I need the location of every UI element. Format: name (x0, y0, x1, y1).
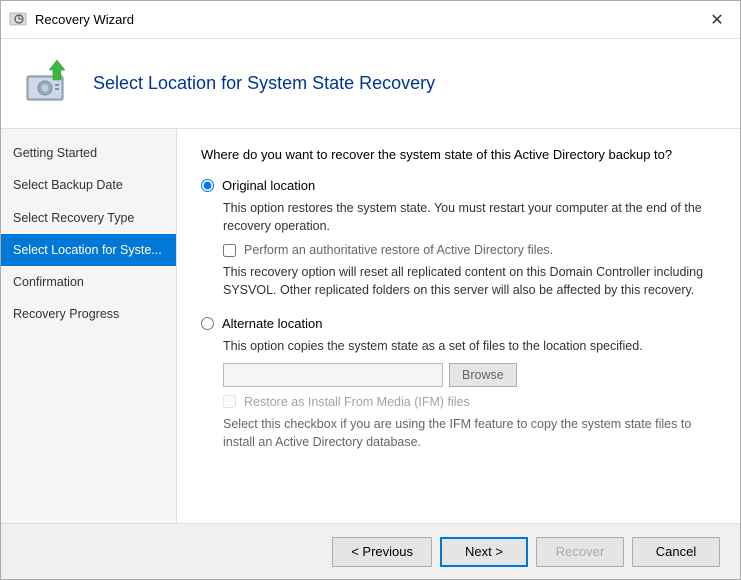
title-bar: Recovery Wizard ✕ (1, 1, 740, 39)
main-panel: Where do you want to recover the system … (177, 129, 740, 523)
authoritative-restore-desc: This recovery option will reset all repl… (223, 263, 716, 299)
main-question: Where do you want to recover the system … (201, 147, 716, 162)
ifm-checkbox-label[interactable]: Restore as Install From Media (IFM) file… (223, 395, 716, 409)
close-button[interactable]: ✕ (702, 5, 732, 35)
alternate-location-option: Alternate location This option copies th… (201, 316, 716, 451)
original-location-desc: This option restores the system state. Y… (223, 199, 716, 235)
authoritative-restore-checkbox[interactable] (223, 244, 236, 257)
authoritative-restore-label: Perform an authoritative restore of Acti… (244, 243, 553, 257)
window-title: Recovery Wizard (35, 12, 702, 27)
previous-button[interactable]: < Previous (332, 537, 432, 567)
alternate-location-input[interactable] (223, 363, 443, 387)
original-location-label: Original location (222, 178, 315, 193)
header-area: Select Location for System State Recover… (1, 39, 740, 129)
ifm-checkbox[interactable] (223, 395, 236, 408)
original-location-radio[interactable] (201, 179, 214, 192)
sidebar-item-select-backup-date[interactable]: Select Backup Date (1, 169, 176, 201)
browse-button[interactable]: Browse (449, 363, 517, 387)
sidebar-item-recovery-progress[interactable]: Recovery Progress (1, 298, 176, 330)
alternate-location-input-row: Browse (223, 363, 716, 387)
sidebar: Getting Started Select Backup Date Selec… (1, 129, 177, 523)
cancel-button[interactable]: Cancel (632, 537, 720, 567)
alternate-location-desc: This option copies the system state as a… (223, 337, 716, 355)
window-icon (9, 10, 29, 30)
header-title: Select Location for System State Recover… (93, 73, 435, 94)
next-button[interactable]: Next > (440, 537, 528, 567)
sidebar-item-select-location[interactable]: Select Location for Syste... (1, 234, 176, 266)
sidebar-item-getting-started[interactable]: Getting Started (1, 137, 176, 169)
content-area: Getting Started Select Backup Date Selec… (1, 129, 740, 523)
sidebar-item-select-recovery-type[interactable]: Select Recovery Type (1, 202, 176, 234)
recover-button[interactable]: Recover (536, 537, 624, 567)
ifm-label: Restore as Install From Media (IFM) file… (244, 395, 470, 409)
ifm-desc: Select this checkbox if you are using th… (223, 415, 716, 451)
alternate-location-label: Alternate location (222, 316, 322, 331)
sidebar-item-confirmation[interactable]: Confirmation (1, 266, 176, 298)
original-location-option: Original location This option restores t… (201, 178, 716, 300)
original-location-radio-label[interactable]: Original location (201, 178, 716, 193)
alternate-location-radio[interactable] (201, 317, 214, 330)
footer-area: < Previous Next > Recover Cancel (1, 523, 740, 579)
header-icon (21, 54, 77, 113)
alternate-location-radio-label[interactable]: Alternate location (201, 316, 716, 331)
authoritative-restore-checkbox-label[interactable]: Perform an authoritative restore of Acti… (223, 243, 716, 257)
recovery-wizard-window: Recovery Wizard ✕ Select Location for Sy… (0, 0, 741, 580)
